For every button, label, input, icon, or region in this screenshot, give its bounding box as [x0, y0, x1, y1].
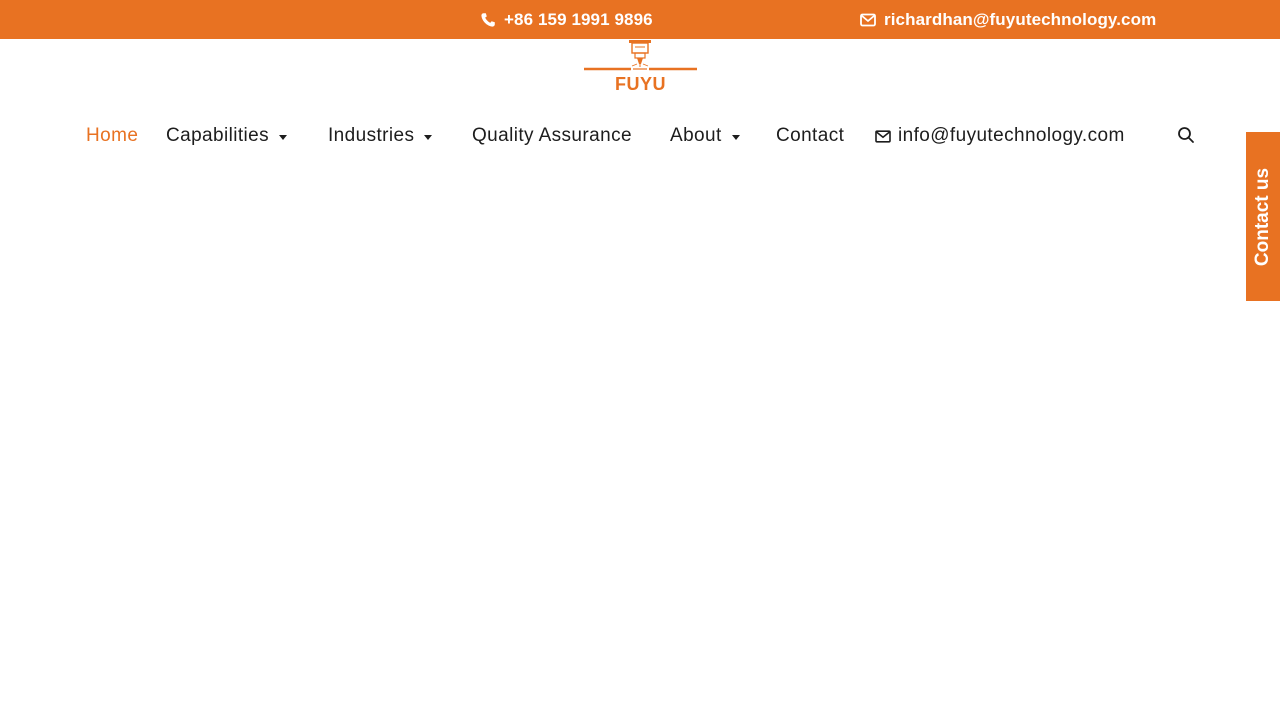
nav-home[interactable]: Home: [86, 116, 138, 156]
caret-down-icon: [424, 134, 433, 140]
nav-contact[interactable]: Contact: [776, 116, 844, 156]
search-button[interactable]: [1176, 125, 1196, 145]
logo-text: FUYU: [615, 74, 666, 94]
top-bar: +86 159 1991 9896 richardhan@fuyutechnol…: [0, 0, 1280, 39]
nav-industries[interactable]: Industries: [328, 116, 433, 156]
main-navigation: Home Capabilities Industries Quality Ass…: [0, 116, 1280, 156]
nav-about[interactable]: About: [670, 116, 740, 156]
nav-about-label: About: [670, 125, 722, 146]
envelope-icon: [875, 129, 891, 143]
caret-down-icon: [279, 134, 288, 140]
phone-icon: [481, 12, 495, 27]
topbar-phone-link[interactable]: +86 159 1991 9896: [480, 0, 653, 39]
envelope-icon: [860, 13, 876, 26]
search-icon: [1178, 127, 1194, 143]
nav-email[interactable]: info@fuyutechnology.com: [875, 116, 1125, 156]
topbar-email-text: richardhan@fuyutechnology.com: [884, 9, 1157, 29]
caret-down-icon: [731, 134, 740, 140]
nav-email-label: info@fuyutechnology.com: [898, 125, 1125, 146]
nav-industries-label: Industries: [328, 125, 415, 146]
site-logo[interactable]: FUYU: [582, 40, 699, 94]
nav-capabilities[interactable]: Capabilities: [166, 116, 288, 156]
nav-quality-label: Quality Assurance: [472, 125, 632, 146]
nav-home-label: Home: [86, 125, 139, 146]
nav-contact-label: Contact: [776, 125, 845, 146]
nav-quality-assurance[interactable]: Quality Assurance: [472, 116, 632, 156]
nav-capabilities-label: Capabilities: [166, 125, 270, 146]
topbar-email-link[interactable]: richardhan@fuyutechnology.com: [860, 0, 1156, 39]
topbar-phone-text: +86 159 1991 9896: [504, 9, 653, 29]
contact-us-label: Contact us: [1252, 167, 1273, 266]
contact-us-side-tab[interactable]: Contact us: [1246, 132, 1280, 301]
